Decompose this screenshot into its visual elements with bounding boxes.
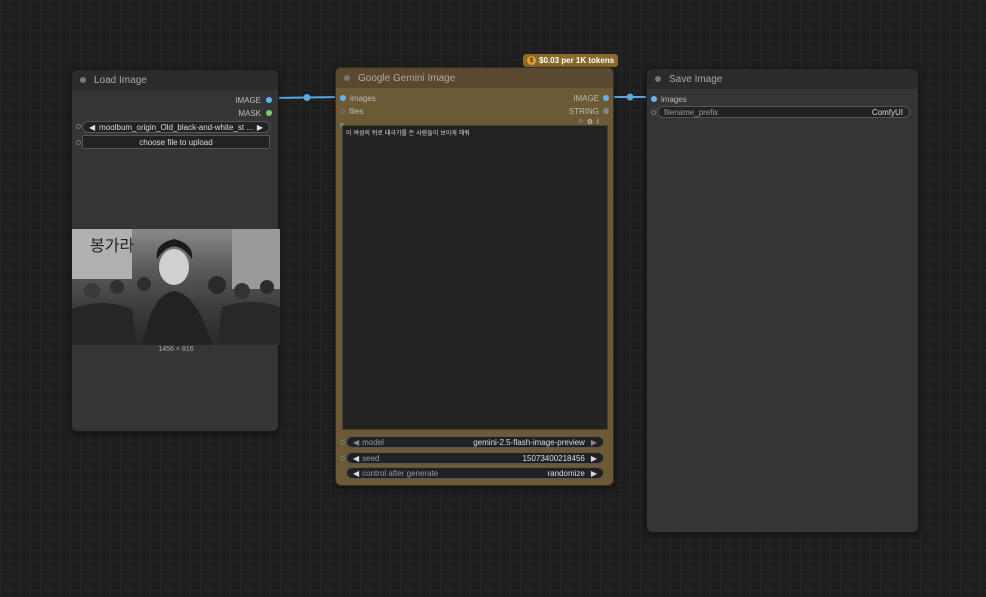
output-dot-icon[interactable] bbox=[266, 110, 272, 116]
gemini-image-node[interactable]: Google Gemini Image images files IMAGE S… bbox=[335, 67, 614, 486]
output-dot-icon[interactable] bbox=[266, 97, 272, 103]
svg-text:봉가라: 봉가라 bbox=[90, 236, 134, 255]
model-combo[interactable]: ◀ model gemini-2.5-flash-image-preview ▶ bbox=[346, 436, 604, 448]
widget-input-dot-icon[interactable] bbox=[340, 440, 345, 445]
node-title-bar[interactable]: Save Image bbox=[647, 69, 918, 89]
node-title: Google Gemini Image bbox=[358, 72, 456, 84]
prompt-textarea[interactable]: 이 여성의 뒤로 태극기를 든 사람들이 보이게 해줘 bbox=[342, 125, 608, 430]
output-slot-string[interactable]: STRING bbox=[569, 106, 609, 116]
output-slot-image[interactable]: IMAGE bbox=[235, 95, 272, 105]
next-arrow-icon[interactable]: ▶ bbox=[257, 123, 263, 132]
output-dot-icon[interactable] bbox=[603, 108, 609, 114]
load-image-node[interactable]: Load Image IMAGE MASK ◀ moolbum_origin_O… bbox=[71, 69, 280, 432]
input-dot-icon[interactable] bbox=[340, 108, 345, 114]
collapse-dot-icon[interactable] bbox=[344, 75, 350, 81]
decrement-arrow-icon[interactable]: ◀ bbox=[353, 454, 359, 463]
prev-arrow-icon[interactable]: ◀ bbox=[353, 469, 359, 478]
price-badge: $ $0.03 per 1K tokens bbox=[523, 54, 619, 67]
next-arrow-icon[interactable]: ▶ bbox=[591, 438, 597, 447]
input-dot-icon[interactable] bbox=[651, 96, 657, 102]
save-image-node[interactable]: Save Image images filename_prefix ComfyU… bbox=[646, 68, 919, 533]
widget-input-dot-icon[interactable] bbox=[76, 140, 81, 145]
node-title: Save Image bbox=[669, 73, 723, 85]
input-slot-files[interactable]: files bbox=[340, 106, 363, 116]
output-slot-mask[interactable]: MASK bbox=[238, 108, 272, 118]
image-size-label: 1456 × 816 bbox=[158, 346, 194, 353]
widget-input-dot-icon[interactable] bbox=[651, 110, 656, 115]
upload-button[interactable]: choose file to upload bbox=[82, 135, 270, 149]
coin-icon: $ bbox=[527, 56, 536, 65]
node-title: Load Image bbox=[94, 74, 147, 86]
widget-input-dot-icon[interactable] bbox=[76, 124, 81, 129]
output-dot-icon[interactable] bbox=[603, 95, 609, 101]
input-dot-icon[interactable] bbox=[340, 95, 346, 101]
prev-arrow-icon[interactable]: ◀ bbox=[89, 123, 95, 132]
increment-arrow-icon[interactable]: ▶ bbox=[591, 454, 597, 463]
wire-reroute-dot bbox=[626, 93, 634, 101]
collapse-dot-icon[interactable] bbox=[655, 76, 661, 82]
wire-reroute-dot bbox=[303, 94, 311, 101]
prev-arrow-icon[interactable]: ◀ bbox=[353, 438, 359, 447]
image-preview: 봉가라 bbox=[72, 229, 280, 345]
widget-input-dot-icon[interactable] bbox=[340, 456, 345, 461]
node-title-bar[interactable]: Google Gemini Image bbox=[336, 68, 613, 88]
input-slot-images[interactable]: images bbox=[651, 94, 687, 104]
node-title-bar[interactable]: Load Image bbox=[72, 70, 278, 90]
seed-number[interactable]: ◀ seed 15073400218456 ▶ bbox=[346, 452, 604, 464]
next-arrow-icon[interactable]: ▶ bbox=[591, 469, 597, 478]
input-slot-images[interactable]: images bbox=[340, 93, 376, 103]
output-slot-image[interactable]: IMAGE bbox=[573, 93, 609, 103]
photo-illustration: 봉가라 bbox=[72, 229, 280, 345]
filename-prefix-field[interactable]: filename_prefix ComfyUI bbox=[657, 106, 910, 118]
control-after-generate-combo[interactable]: ◀ control after generate randomize ▶ bbox=[346, 467, 604, 479]
collapse-dot-icon[interactable] bbox=[80, 77, 86, 83]
image-select-combo[interactable]: ◀ moolbum_origin_Old_black-and-white_st … bbox=[82, 121, 270, 133]
